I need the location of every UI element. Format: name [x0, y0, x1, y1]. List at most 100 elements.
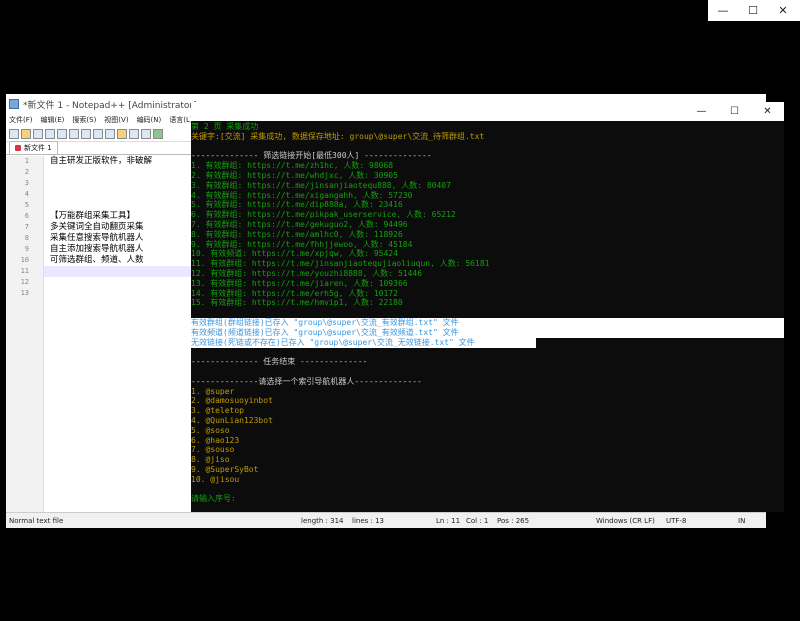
editor-line[interactable] — [44, 178, 192, 189]
notepad-title: *新文件 1 - Notepad++ [Administrator] — [23, 100, 197, 111]
status-insert-mode: IN — [738, 517, 746, 525]
console-line: 9. @SuperSyBot — [191, 464, 259, 474]
console-line: --------------请选择一个索引导航机器人-------------- — [191, 376, 422, 386]
editor-line[interactable]: 多关键词全自动翻页采集 — [44, 222, 192, 233]
status-mode: Normal text file — [9, 517, 64, 525]
status-eol: Windows (CR LF) — [596, 517, 655, 525]
menu-language[interactable]: 语言(L) — [169, 115, 192, 125]
editor-line[interactable]: 自主研发正版软件，非破解 — [44, 156, 192, 167]
save-all-icon[interactable] — [45, 128, 55, 139]
status-pos: Pos : 265 — [497, 517, 530, 525]
line-number: 3 — [24, 179, 29, 187]
line-number: 12 — [20, 278, 29, 286]
menu-encoding[interactable]: 编码(N) — [137, 115, 162, 125]
editor-line[interactable] — [44, 200, 192, 211]
line-number: 10 — [20, 256, 29, 264]
line-number: 5 — [24, 201, 29, 209]
editor-line-current[interactable] — [44, 266, 192, 277]
console-line: 7. @souso — [191, 445, 235, 455]
minimize-icon[interactable]: — — [708, 0, 738, 21]
cut-icon[interactable] — [93, 128, 103, 139]
console-minimize-icon[interactable]: — — [685, 102, 718, 121]
find-icon[interactable] — [153, 128, 163, 139]
close-icon[interactable]: ✕ — [768, 0, 798, 21]
line-number: 6 — [24, 212, 29, 220]
console-line: -------------- 筛选链接开始[最低300人] ----------… — [191, 151, 432, 161]
maximize-icon[interactable]: ☐ — [738, 0, 768, 21]
console-line: 1. 有效群组: https://t.me/zh1hc, 人数: 98068 — [191, 161, 394, 171]
editor-line[interactable] — [44, 167, 192, 178]
undo-icon[interactable] — [129, 128, 139, 139]
notepad-editor[interactable]: 1 2 3 4 5 6 7 8 9 10 11 12 13 自主研发正版软件，非… — [6, 156, 192, 512]
console-line: 11. 有效群组: https://t.me/jinsanjiaotequjia… — [191, 259, 490, 269]
editor-line[interactable]: 采集任意搜索导航机器人 — [44, 233, 192, 244]
redo-icon[interactable] — [141, 128, 151, 139]
editor-line[interactable] — [44, 189, 192, 200]
console-line: 7. 有效群组: https://t.me/gekuguo2, 人数: 9449… — [191, 219, 408, 229]
close-all-icon[interactable] — [69, 128, 79, 139]
paste-icon[interactable] — [117, 128, 127, 139]
print-icon[interactable] — [81, 128, 91, 139]
line-number: 9 — [24, 245, 29, 253]
save-icon[interactable] — [33, 128, 43, 139]
tab-label: 新文件 1 — [24, 144, 52, 152]
line-number: 13 — [20, 289, 29, 297]
editor-line[interactable] — [44, 288, 192, 299]
console-line: 14. 有效群组: https://t.me/erh5g, 人数: 10172 — [191, 288, 398, 298]
close-file-icon[interactable] — [57, 128, 67, 139]
line-number: 2 — [24, 168, 29, 176]
console-line: 15. 有效群组: https://t.me/hmvip1, 人数: 22180 — [191, 298, 403, 308]
console-line: 1. @super — [191, 386, 235, 396]
console-line: 关键字:[交流] 采集成功, 数据保存地址: group\@super\交流_待… — [191, 131, 485, 141]
menu-search[interactable]: 搜索(S) — [72, 115, 96, 125]
line-number: 4 — [24, 190, 29, 198]
console-line: 5. @soso — [191, 425, 230, 435]
console-line: 2. @damosuoyinbot — [191, 396, 273, 406]
console-line: 4. @QunLian123bot — [191, 415, 273, 425]
console-line: 10. @jisou — [191, 474, 240, 484]
status-encoding: UTF-8 — [666, 517, 687, 525]
console-line: 2. 有效群组: https://t.me/whdjxc, 人数: 30905 — [191, 170, 398, 180]
editor-text[interactable]: 自主研发正版软件，非破解 【万能群组采集工具】 多关键词全自动翻页采集 采集任意… — [44, 156, 192, 299]
console-line: 5. 有效群组: https://t.me/dip888a, 人数: 23416 — [191, 200, 403, 210]
menu-edit[interactable]: 编辑(E) — [41, 115, 65, 125]
console-line: 第 2 页 采集成功 — [191, 122, 259, 131]
new-file-icon[interactable] — [9, 128, 19, 139]
console-line: 3. @teletop — [191, 406, 244, 416]
line-number: 11 — [20, 267, 29, 275]
console-line: 4. 有效群组: https://t.me/xigangahh, 人数: 572… — [191, 190, 413, 200]
status-lines: lines : 13 — [352, 517, 384, 525]
status-ln: Ln : 11 — [436, 517, 461, 525]
copy-icon[interactable] — [105, 128, 115, 139]
console-line: 3. 有效群组: https://t.me/jinsanjiaotequ888,… — [191, 180, 451, 190]
console-output[interactable]: 第 2 页 采集成功 关键字:[交流] 采集成功, 数据保存地址: group\@… — [191, 121, 784, 504]
notepad-app-icon — [9, 99, 19, 109]
editor-line[interactable] — [44, 277, 192, 288]
line-number: 1 — [24, 157, 29, 165]
status-col: Col : 1 — [466, 517, 489, 525]
menu-file[interactable]: 文件(F) — [9, 115, 33, 125]
console-maximize-icon[interactable]: ☐ — [718, 102, 751, 121]
outer-window-controls: — ☐ ✕ — [708, 0, 800, 21]
line-number: 7 — [24, 223, 29, 231]
line-number-gutter: 1 2 3 4 5 6 7 8 9 10 11 12 13 — [6, 156, 44, 512]
menu-view[interactable]: 视图(V) — [104, 115, 128, 125]
editor-line[interactable]: 【万能群组采集工具】 — [44, 211, 192, 222]
console-line: -------------- 任务结束 -------------- — [191, 357, 368, 367]
console-line: 6. 有效群组: https://t.me/pikpak_userservice… — [191, 210, 456, 220]
line-number: 8 — [24, 234, 29, 242]
open-folder-icon[interactable] — [21, 128, 31, 139]
status-length: length : 314 — [301, 517, 344, 525]
console-line: 10. 有效频道: https://t.me/xpjqw, 人数: 95424 — [191, 249, 398, 259]
console-line: 无效链接(死链或不存在)已存入 "group\@super\交流_无效链接.tx… — [191, 337, 475, 347]
console-close-icon[interactable]: ✕ — [751, 102, 784, 121]
editor-line[interactable]: 自主添加搜索导航机器人 — [44, 244, 192, 255]
tab-new-file-1[interactable]: 新文件 1 — [9, 141, 58, 154]
console-titlebar: — ☐ ✕ — [191, 102, 784, 121]
console-line: 6. @hao123 — [191, 435, 240, 445]
editor-line[interactable]: 可筛选群组、频道、人数 — [44, 255, 192, 266]
